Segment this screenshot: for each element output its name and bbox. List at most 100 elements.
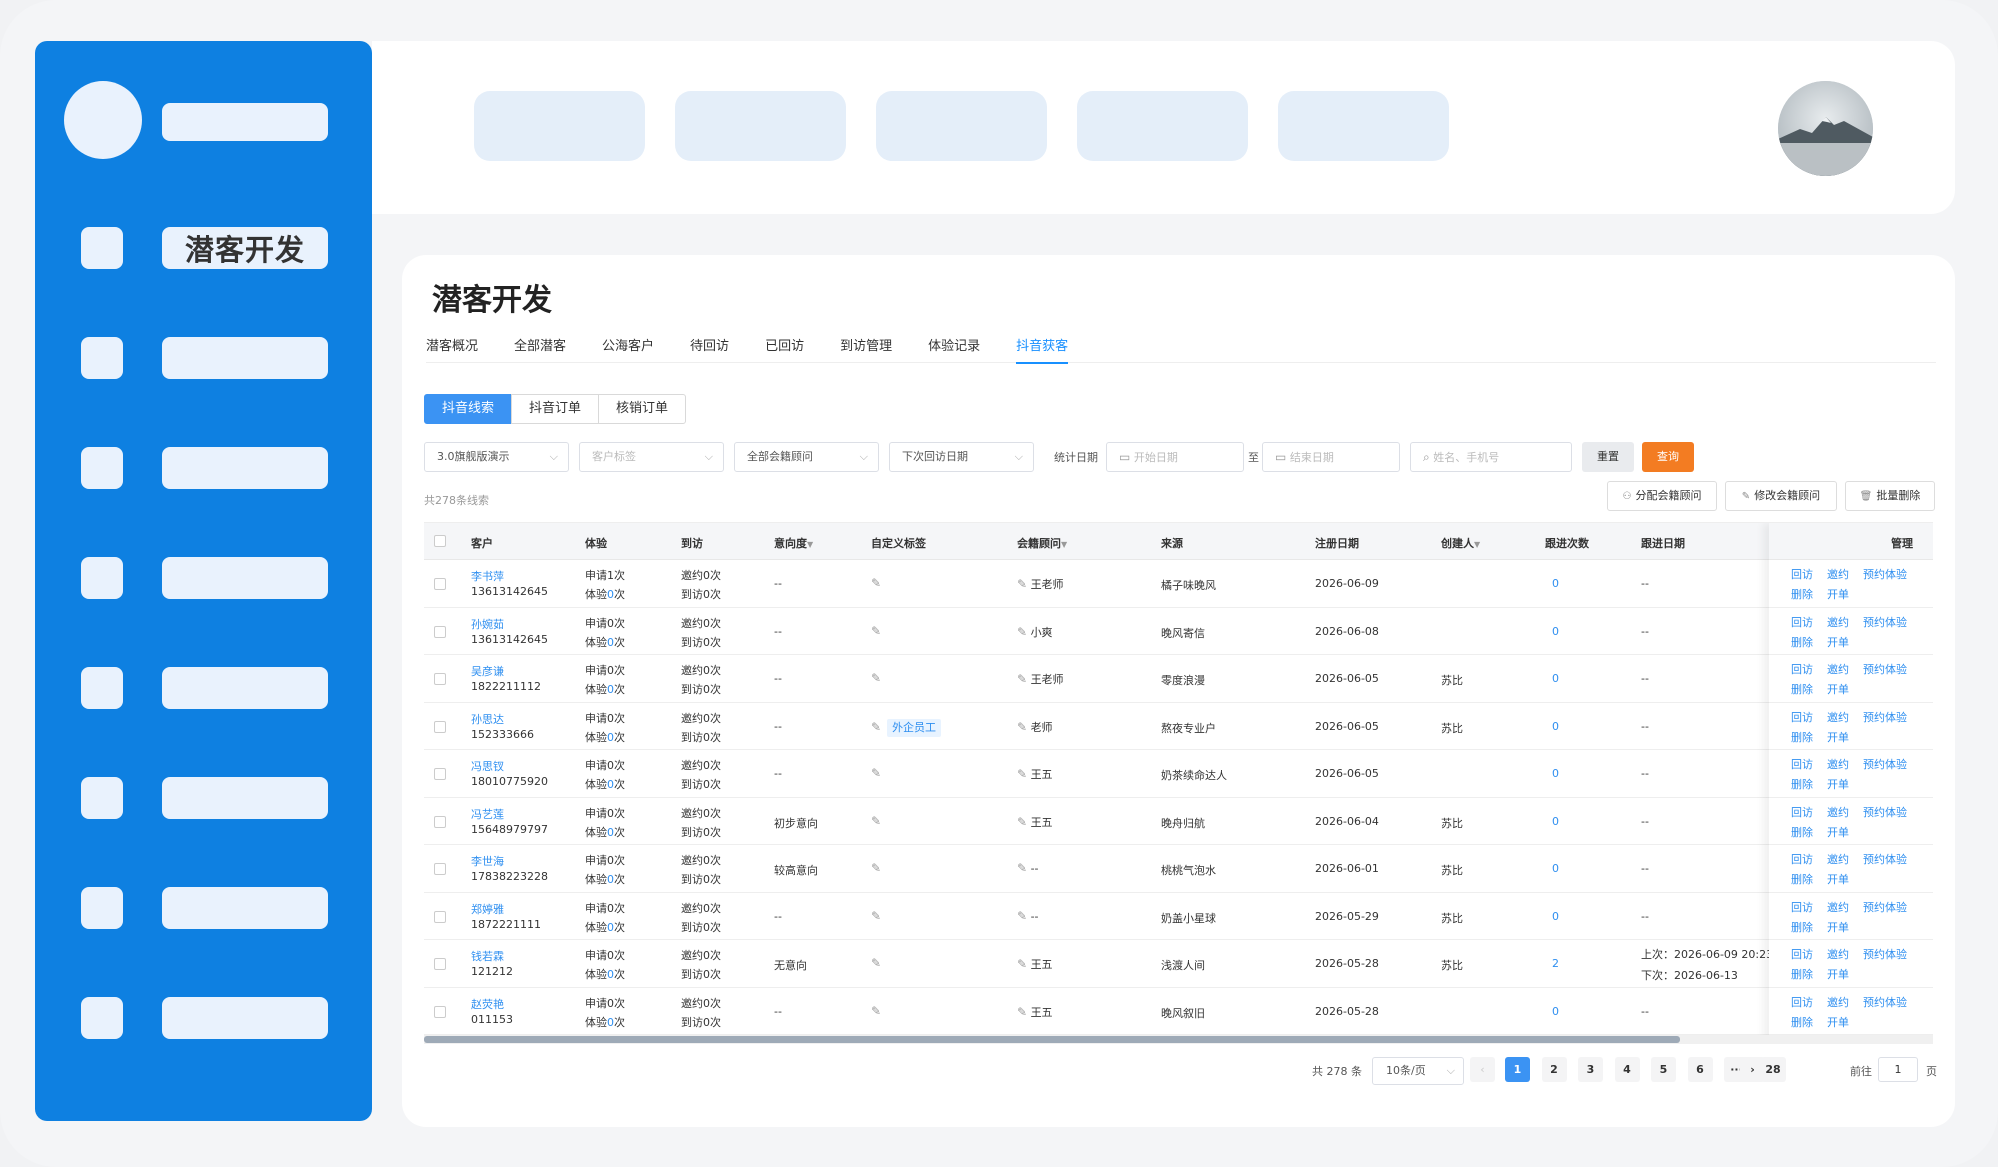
goto-page-input[interactable]: 1 (1878, 1057, 1918, 1082)
edit-icon[interactable]: ✎ (1017, 625, 1027, 639)
row-checkbox[interactable] (434, 863, 446, 875)
row-checkbox[interactable] (434, 720, 446, 733)
end-date-input[interactable]: ▭ 结束日期 (1262, 442, 1400, 472)
tab-all-prospects[interactable]: 全部潜客 (514, 327, 566, 363)
delete-link[interactable]: 删除 (1791, 966, 1813, 982)
row-checkbox[interactable] (434, 815, 446, 828)
custom-tag-cell[interactable]: ✎ (871, 956, 881, 970)
sidebar-item[interactable] (35, 887, 372, 931)
invite-link[interactable]: 邀约 (1827, 899, 1849, 915)
follow-count-link[interactable]: 0 (1552, 625, 1559, 638)
book-trial-link[interactable]: 预约体验 (1863, 756, 1907, 772)
row-checkbox[interactable] (434, 768, 446, 780)
horizontal-scrollbar[interactable] (424, 1035, 1933, 1044)
book-trial-link[interactable]: 预约体验 (1863, 804, 1907, 820)
consultant-cell[interactable]: ✎ -- (1017, 861, 1039, 875)
batch-delete-button[interactable]: 🗑 批量删除 (1845, 481, 1935, 511)
invite-link[interactable]: 邀约 (1827, 851, 1849, 867)
book-trial-link[interactable]: 预约体验 (1863, 994, 1907, 1010)
modify-consultant-button[interactable]: ✎ 修改会籍顾问 (1725, 481, 1837, 511)
custom-tag-cell[interactable]: ✎ (871, 814, 881, 828)
delete-link[interactable]: 删除 (1791, 586, 1813, 602)
custom-tag-cell[interactable]: ✎ (871, 1004, 881, 1018)
row-checkbox[interactable] (434, 673, 446, 685)
tab-trial-records[interactable]: 体验记录 (928, 327, 980, 363)
edit-icon[interactable]: ✎ (1017, 1005, 1027, 1019)
sidebar-item[interactable] (35, 777, 372, 821)
customer-name-link[interactable]: 孙婉茹 (471, 616, 504, 632)
consultant-cell[interactable]: ✎ 小爽 (1017, 624, 1053, 640)
invite-link[interactable]: 邀约 (1827, 756, 1849, 772)
customer-name-link[interactable]: 孙思达 (471, 711, 504, 727)
open-card-link[interactable]: 开单 (1827, 729, 1849, 745)
page-button[interactable]: 2 (1541, 1057, 1567, 1082)
follow-count-link[interactable]: 0 (1552, 720, 1559, 733)
edit-icon[interactable]: ✎ (1017, 957, 1027, 971)
consultant-cell[interactable]: ✎ 王老师 (1017, 671, 1064, 687)
invite-link[interactable]: 邀约 (1827, 614, 1849, 630)
row-checkbox[interactable] (434, 1005, 446, 1018)
revisit-link[interactable]: 回访 (1791, 661, 1813, 677)
search-input[interactable]: ⌕ 姓名、手机号 (1410, 442, 1572, 472)
follow-count-link[interactable]: 0 (1552, 815, 1559, 828)
follow-count-link[interactable]: 0 (1552, 577, 1559, 590)
user-avatar[interactable] (1778, 81, 1873, 176)
row-checkbox[interactable] (434, 958, 446, 970)
prev-page-button[interactable]: ‹ (1470, 1057, 1495, 1082)
assign-consultant-button[interactable]: ⚇ 分配会籍顾问 (1607, 481, 1717, 511)
book-trial-link[interactable]: 预约体验 (1863, 709, 1907, 725)
open-card-link[interactable]: 开单 (1827, 966, 1849, 982)
edit-icon[interactable]: ✎ (871, 956, 881, 970)
customer-name-link[interactable]: 冯思钗 (471, 758, 504, 774)
invite-link[interactable]: 邀约 (1827, 661, 1849, 677)
customer-name-link[interactable]: 李书萍 (471, 568, 504, 584)
delete-link[interactable]: 删除 (1791, 729, 1813, 745)
customer-name-link[interactable]: 钱若霖 (471, 948, 504, 964)
open-card-link[interactable]: 开单 (1827, 824, 1849, 840)
sidebar-item-prospect[interactable]: 潜客开发 (35, 227, 372, 271)
sidebar-item[interactable] (35, 557, 372, 601)
consultant-cell[interactable]: ✎ 王老师 (1017, 576, 1064, 592)
revisit-link[interactable]: 回访 (1791, 899, 1813, 915)
book-trial-link[interactable]: 预约体验 (1863, 661, 1907, 677)
reset-button[interactable]: 重置 (1582, 442, 1634, 472)
tab-overview[interactable]: 潜客概况 (426, 327, 478, 363)
follow-count-link[interactable]: 0 (1552, 767, 1559, 780)
th-consultant[interactable]: 会籍顾问▼ (1017, 535, 1067, 551)
book-trial-link[interactable]: 预约体验 (1863, 566, 1907, 582)
invite-link[interactable]: 邀约 (1827, 994, 1849, 1010)
custom-tag-cell[interactable]: ✎ (871, 909, 881, 923)
row-checkbox[interactable] (434, 625, 446, 638)
customer-name-link[interactable]: 冯艺莲 (471, 806, 504, 822)
open-card-link[interactable]: 开单 (1827, 634, 1849, 650)
page-size-select[interactable]: 10条/页 ⌵ (1372, 1057, 1464, 1085)
top-nav-pill[interactable] (1077, 91, 1248, 161)
th-creator[interactable]: 创建人▼ (1441, 535, 1480, 551)
top-nav-pill[interactable] (876, 91, 1047, 161)
start-date-input[interactable]: ▭ 开始日期 (1106, 442, 1244, 472)
follow-count-link[interactable]: 0 (1552, 1005, 1559, 1018)
edit-icon[interactable]: ✎ (871, 624, 881, 638)
open-card-link[interactable]: 开单 (1827, 681, 1849, 697)
customer-name-link[interactable]: 郑婷雅 (471, 901, 504, 917)
revisit-link[interactable]: 回访 (1791, 566, 1813, 582)
edit-icon[interactable]: ✎ (1017, 672, 1027, 686)
custom-tag-cell[interactable]: ✎ (871, 624, 881, 638)
follow-count-link[interactable]: 2 (1552, 957, 1559, 970)
edit-icon[interactable]: ✎ (871, 671, 881, 685)
follow-count-link[interactable]: 0 (1552, 672, 1559, 685)
sidebar-avatar-placeholder[interactable] (64, 81, 142, 159)
tab-public-customers[interactable]: 公海客户 (602, 327, 654, 363)
delete-link[interactable]: 删除 (1791, 1014, 1813, 1030)
invite-link[interactable]: 邀约 (1827, 946, 1849, 962)
book-trial-link[interactable]: 预约体验 (1863, 851, 1907, 867)
tab-pending-revisit[interactable]: 待回访 (690, 327, 729, 363)
custom-tag-cell[interactable]: ✎ (871, 576, 881, 590)
page-button[interactable]: 1 (1505, 1057, 1530, 1082)
edit-icon[interactable]: ✎ (871, 576, 881, 590)
consultant-cell[interactable]: ✎ 王五 (1017, 1004, 1053, 1020)
filter-icon[interactable]: ▼ (1474, 540, 1480, 549)
subtab-douyin-orders[interactable]: 抖音订单 (511, 394, 600, 424)
delete-link[interactable]: 删除 (1791, 919, 1813, 935)
delete-link[interactable]: 删除 (1791, 634, 1813, 650)
